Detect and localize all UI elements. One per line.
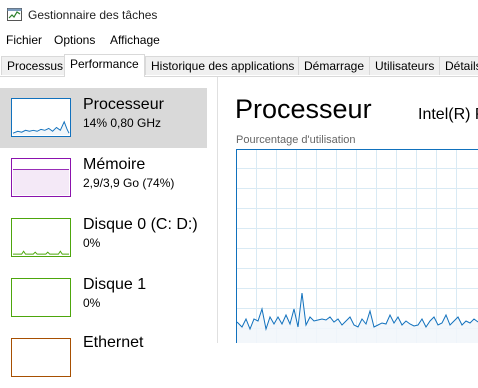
processeur-thumbnail (11, 98, 71, 137)
menu-bar: Fichier Options Affichage (0, 33, 478, 51)
tab-utilisateurs[interactable]: Utilisateurs (369, 56, 440, 75)
tab-strip: Processus Performance Historique des app… (0, 54, 478, 77)
resource-name: Processeur (83, 96, 164, 114)
cpu-usage-graph (236, 149, 478, 343)
window-title: Gestionnaire des tâches (28, 8, 157, 22)
resource-name: Disque 1 (83, 276, 146, 294)
resource-name: Disque 0 (C: D:) (83, 216, 198, 234)
chart-label: Pourcentage d'utilisation (236, 134, 356, 146)
menu-fichier[interactable]: Fichier (6, 33, 42, 47)
tab-historique[interactable]: Historique des applications (145, 56, 300, 75)
resource-value: 2,9/3,9 Go (74%) (83, 176, 174, 190)
resource-value: 0% (83, 296, 100, 310)
resource-value: 14% 0,80 GHz (83, 116, 161, 130)
menu-options[interactable]: Options (54, 33, 95, 47)
title-bar: Gestionnaire des tâches (0, 0, 478, 30)
menu-affichage[interactable]: Affichage (110, 33, 160, 47)
tab-details[interactable]: Détails (439, 56, 478, 75)
resource-value: 0% (83, 236, 100, 250)
page-title: Processeur (235, 94, 372, 125)
tab-processus[interactable]: Processus (1, 56, 69, 75)
task-manager-icon (7, 8, 22, 21)
disque-0-thumbnail (11, 218, 71, 257)
resource-item-processeur[interactable]: Processeur 14% 0,80 GHz (0, 88, 207, 148)
resource-name: Mémoire (83, 156, 145, 174)
tab-demarrage[interactable]: Démarrage (298, 56, 370, 75)
resource-item-disque-0[interactable]: Disque 0 (C: D:) 0% (0, 208, 207, 268)
resource-item-disque-1[interactable]: Disque 1 0% (0, 268, 207, 328)
memoire-thumbnail (11, 158, 71, 197)
resource-item-ethernet[interactable]: Ethernet (0, 328, 207, 388)
pane-divider[interactable] (217, 77, 218, 343)
disque-1-thumbnail (11, 278, 71, 317)
tab-performance[interactable]: Performance (64, 54, 145, 77)
cpu-model-name: Intel(R) P (418, 106, 478, 124)
resource-name: Ethernet (83, 334, 143, 352)
resource-list: Processeur 14% 0,80 GHz Mémoire 2,9/3,9 … (0, 77, 210, 343)
resource-item-memoire[interactable]: Mémoire 2,9/3,9 Go (74%) (0, 148, 207, 208)
ethernet-thumbnail (11, 338, 71, 377)
